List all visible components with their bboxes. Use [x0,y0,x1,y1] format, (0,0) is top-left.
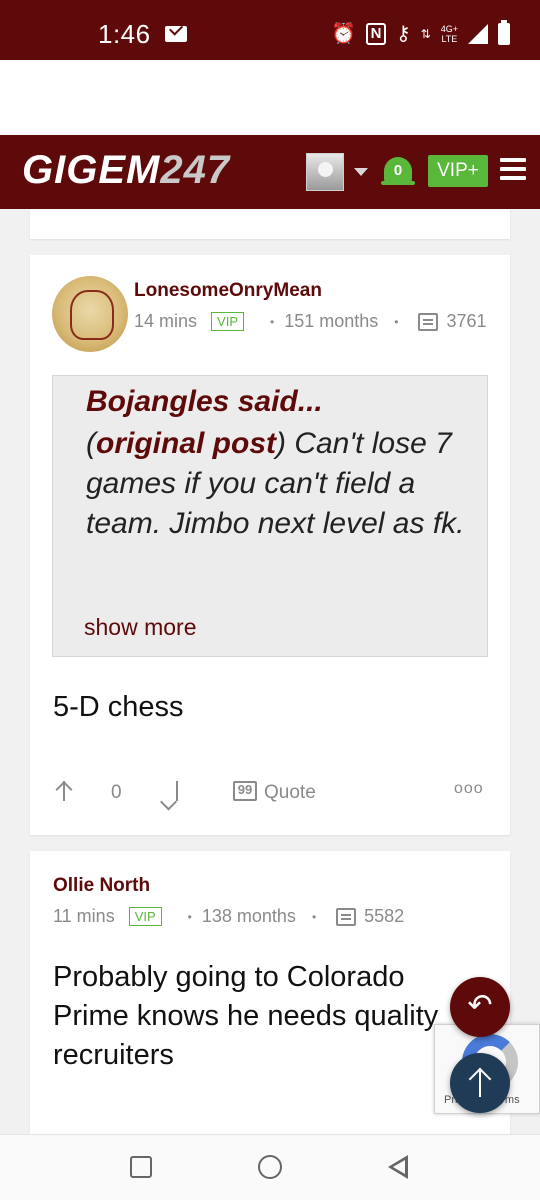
vip-badge: VIP [128,907,162,926]
battery-icon [498,20,510,45]
comments-icon [336,907,357,926]
network-bottom: LTE [441,34,458,44]
post-body: Probably going to Colorado Prime knows h… [53,961,439,1071]
browser-gap [0,60,540,135]
post-username[interactable]: LonesomeOnryMean [134,280,322,302]
show-more-link[interactable]: show more [84,614,196,641]
comments-icon [418,312,439,331]
status-time: 1:46 [98,19,151,49]
home-icon[interactable] [258,1155,282,1179]
site-logo[interactable]: GIGEM247 [22,148,230,193]
quote-button[interactable]: Quote [264,782,316,804]
chevron-down-icon[interactable] [354,168,368,176]
post-count: 3761 [446,311,487,331]
reply-icon: ↶ [467,989,493,1022]
nfc-icon: N [366,23,387,45]
network-top: 4G+ [440,24,458,34]
post-username[interactable]: Ollie North [53,875,150,897]
separator-dot: • [394,314,399,329]
post-count: 5582 [364,906,405,926]
notification-count: 0 [393,162,403,179]
network-type: 4G+ LTE [441,24,458,44]
user-avatar[interactable] [52,276,128,352]
separator-dot: • [187,909,192,924]
more-options-icon[interactable]: ooo [454,780,484,798]
logo-text: GIGEM [22,148,161,192]
quote-icon[interactable]: 99 [233,781,257,801]
separator-dot: • [311,909,317,924]
vip-plus-button[interactable]: VIP+ [428,155,488,187]
logo-number: 247 [160,148,231,192]
previous-post-card [30,209,510,239]
scroll-to-top-button[interactable] [450,1053,510,1113]
post-time: 14 mins [134,311,198,331]
alarm-icon: ⏰ [331,23,357,45]
post-time: 11 mins [53,906,115,926]
back-icon[interactable] [388,1155,408,1179]
member-tenure: 151 months [284,311,379,331]
downvote-icon[interactable] [176,781,178,801]
user-avatar-button[interactable] [306,153,344,191]
status-bar: 1:46 ⏰ N ⚷ ⇅ 4G+ LTE [0,0,540,60]
hamburger-menu-icon[interactable] [500,158,526,182]
post-body: 5-D chess [53,691,184,723]
reply-button[interactable]: ↶ [450,977,510,1037]
quote-author: Bojangles said... [86,385,323,418]
bell-icon[interactable]: 0 [381,153,415,189]
vip-badge: VIP [211,312,244,331]
data-arrows-icon: ⇅ [420,27,431,41]
quote-text: (original post) Can't lose 7 games if yo… [86,427,465,540]
vote-count: 0 [111,782,122,803]
post-meta: 14 mins VIP • 151 months • 3761 [134,311,487,332]
post-meta: 11 mins VIP • 138 months • 5582 [53,906,404,927]
bell-base [381,181,415,185]
recent-apps-icon[interactable] [130,1156,152,1178]
member-tenure: 138 months [201,906,296,926]
original-post-link[interactable]: original post [96,427,276,460]
signal-icon [468,24,488,44]
separator-dot: • [270,314,275,329]
mail-icon [165,26,187,42]
upvote-icon[interactable] [63,781,65,801]
status-icons: ⏰ N ⚷ ⇅ 4G+ LTE [331,20,510,46]
vpn-key-icon: ⚷ [396,23,411,45]
